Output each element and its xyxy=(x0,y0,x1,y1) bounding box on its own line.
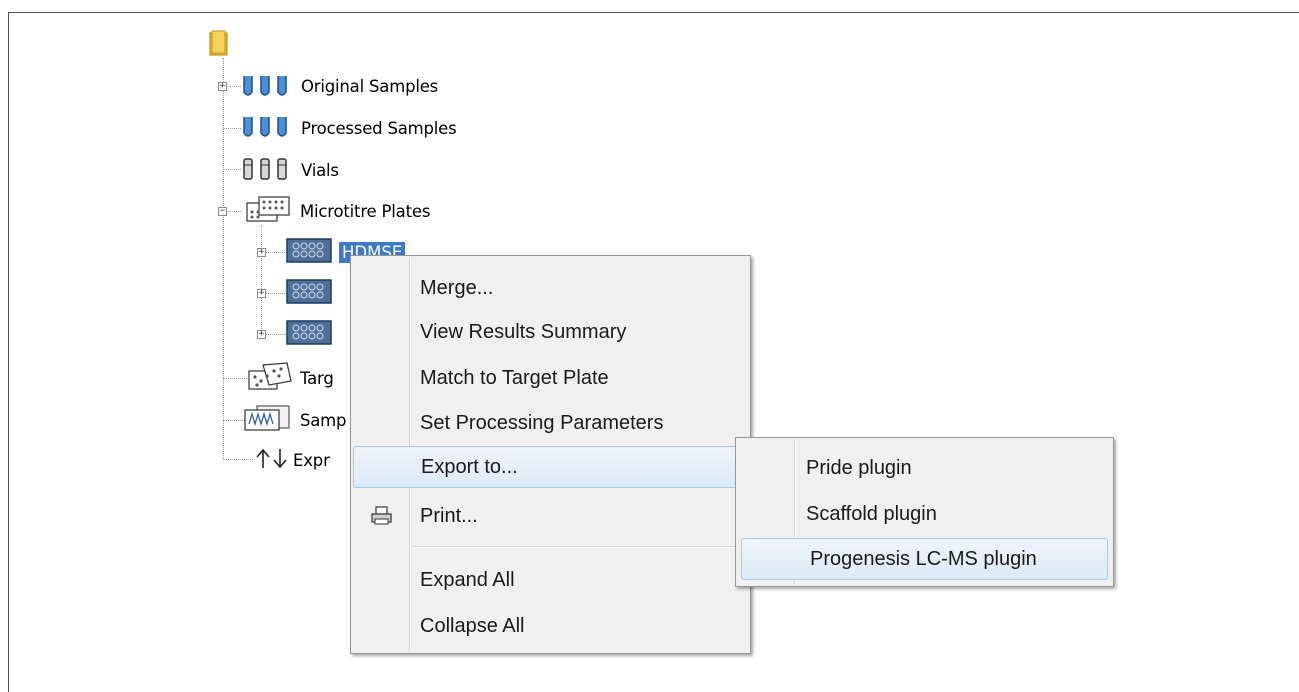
tree-item-processed-samples[interactable]: Processed Samples xyxy=(301,113,457,143)
menu-separator xyxy=(412,546,747,548)
sample-list-icon xyxy=(244,405,290,431)
tree-item-label: Microtitre Plates xyxy=(300,201,431,221)
export-arrows-icon xyxy=(256,448,287,469)
tree-item-target-plates[interactable]: Targ xyxy=(300,363,334,393)
tree-item-sample-lists[interactable]: Samp xyxy=(300,405,347,435)
menu-item-label: Expand All xyxy=(420,568,515,591)
menu-item-label: Progenesis LC-MS plugin xyxy=(810,547,1037,570)
menu-item-label: Collapse All xyxy=(420,614,525,637)
tree-item-vials[interactable]: Vials xyxy=(301,155,339,185)
menu-item-label: Scaffold plugin xyxy=(806,502,937,525)
tree-item-label: Targ xyxy=(300,368,334,388)
menu-item-label: Export to... xyxy=(421,455,518,478)
tree-item-label: Processed Samples xyxy=(301,118,457,138)
menu-item-match-to-target-plate[interactable]: Match to Target Plate xyxy=(353,358,748,398)
menu-item-expand-all[interactable]: Expand All xyxy=(353,560,748,600)
tree-item-original-samples[interactable]: Original Samples xyxy=(301,71,438,101)
menu-item-label: Match to Target Plate xyxy=(420,366,609,389)
expand-icon[interactable]: + xyxy=(257,330,266,339)
plate-icon[interactable] xyxy=(286,279,334,305)
tree-item-experiments[interactable]: Expr xyxy=(293,445,330,475)
menu-item-view-results-summary[interactable]: View Results Summary xyxy=(353,312,748,352)
expand-icon[interactable]: + xyxy=(218,82,227,91)
tree-item-label: Original Samples xyxy=(301,76,439,96)
sample-tubes-icon xyxy=(243,117,287,137)
plate-icon xyxy=(286,238,332,263)
menu-item-label: Set Processing Parameters xyxy=(420,411,664,434)
menu-item-scaffold-plugin[interactable]: Scaffold plugin xyxy=(738,494,1111,534)
tree-item-microtitre-plates[interactable]: Microtitre Plates xyxy=(300,196,430,226)
expand-icon[interactable]: + xyxy=(257,248,266,257)
menu-item-set-processing-parameters[interactable]: Set Processing Parameters xyxy=(353,403,748,443)
tree-line xyxy=(223,378,247,379)
menu-item-merge[interactable]: Merge... xyxy=(353,268,748,308)
vials-icon xyxy=(243,158,287,180)
plate-icon[interactable] xyxy=(286,320,334,346)
tree-line xyxy=(223,169,241,170)
tree-line xyxy=(261,225,262,335)
tree-line xyxy=(223,128,241,129)
menu-item-print[interactable]: Print... xyxy=(353,496,748,536)
sample-tubes-icon xyxy=(243,76,287,96)
menu-item-collapse-all[interactable]: Collapse All xyxy=(353,606,748,646)
menu-item-label: Print... xyxy=(420,504,478,527)
menu-item-label: Pride plugin xyxy=(806,456,912,479)
tree-line xyxy=(223,58,224,458)
tree-item-label: Vials xyxy=(301,160,339,180)
folder-icon xyxy=(209,30,228,56)
microtitre-plate-icon xyxy=(246,196,290,222)
menu-item-label: View Results Summary xyxy=(420,320,627,343)
collapse-icon[interactable]: − xyxy=(218,207,227,216)
target-plate-icon xyxy=(248,362,292,390)
menu-item-progenesis-lc-ms-plugin[interactable]: Progenesis LC-MS plugin xyxy=(741,538,1108,580)
menu-item-pride-plugin[interactable]: Pride plugin xyxy=(738,448,1111,488)
expand-icon[interactable]: + xyxy=(257,289,266,298)
menu-item-export-to[interactable]: Export to... xyxy=(353,446,748,488)
tree-item-label: Samp xyxy=(300,410,347,430)
menu-item-label: Merge... xyxy=(420,276,494,299)
tree-item-label: Expr xyxy=(293,450,330,470)
tree-line xyxy=(223,459,253,460)
printer-icon xyxy=(371,506,392,525)
export-submenu: Pride plugin Scaffold plugin Progenesis … xyxy=(735,437,1114,587)
context-menu: Merge... View Results Summary Match to T… xyxy=(350,255,751,654)
